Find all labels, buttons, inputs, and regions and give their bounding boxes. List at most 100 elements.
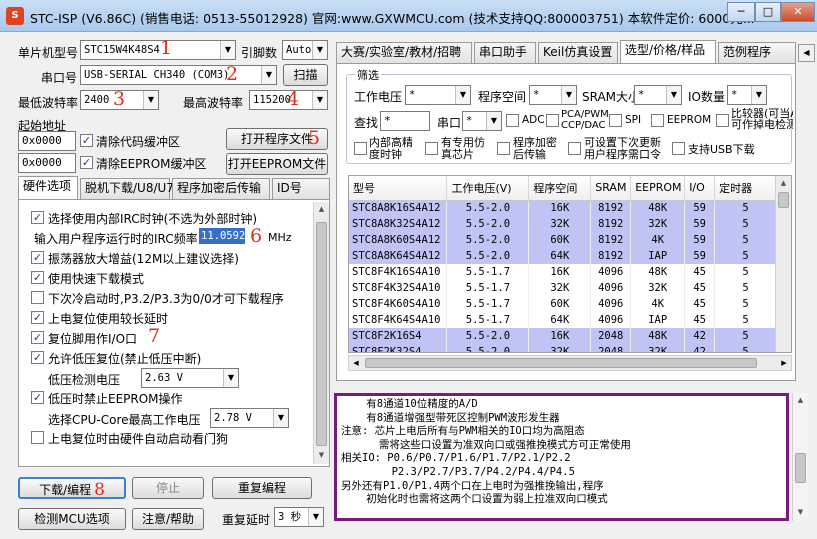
scroll-up-icon[interactable]: ▲ xyxy=(793,393,808,408)
cell-model: STC8A8K64S4A12 xyxy=(349,248,448,264)
irc-frequency-input[interactable]: 11.0592 xyxy=(199,228,245,244)
close-button[interactable]: ✕ xyxy=(781,2,815,22)
info-line: 有8通道增强型带死区控制PWM波形发生器 xyxy=(341,411,560,424)
long-reset-delay-checkbox[interactable]: ✓ xyxy=(31,311,44,324)
stop-button[interactable]: 停止 xyxy=(132,477,204,499)
tab-selection-price[interactable]: 选型/价格/样品 xyxy=(620,40,716,64)
mcu-table-container: 型号 工作电压(V) 程序空间 SRAM EEPROM I/O 定时器 STC8… xyxy=(348,175,792,353)
pca-pwm-checkbox[interactable] xyxy=(546,114,559,127)
tab-id[interactable]: ID号 xyxy=(272,178,330,199)
sram-filter-select[interactable]: * ▼ xyxy=(634,85,682,105)
hardware-tabs: 硬件选项 脱机下载/U8/U7 程序加密后传输 ID号 xyxy=(18,176,330,200)
repeat-program-button[interactable]: 重复编程 xyxy=(212,477,312,499)
find-input[interactable]: * xyxy=(380,111,430,131)
lv-detect-select[interactable]: 2.63 V ▼ xyxy=(141,368,239,388)
open-eeprom-file-button[interactable]: 打开EEPROM文件 xyxy=(226,153,328,175)
check-mcu-button[interactable]: 检测MCU选项 xyxy=(18,508,126,530)
voltage-filter-select[interactable]: * ▼ xyxy=(405,85,471,105)
update-password-checkbox[interactable] xyxy=(568,142,581,155)
table-hscrollbar[interactable]: ◀ ▶ xyxy=(348,355,792,371)
tab-encrypted-transfer[interactable]: 程序加密后传输 xyxy=(172,178,270,199)
cell-sram: 4096 xyxy=(590,264,632,280)
tab-serial-assistant[interactable]: 串口助手 xyxy=(474,42,536,63)
amp-gain-checkbox[interactable]: ✓ xyxy=(31,251,44,264)
cell-timer: 5 xyxy=(714,264,777,280)
scroll-right-icon[interactable]: ▶ xyxy=(777,356,791,370)
repeat-delay-select[interactable]: 3 秒 ▼ xyxy=(274,507,324,527)
spi-checkbox[interactable] xyxy=(609,114,622,127)
emulation-chip-checkbox[interactable] xyxy=(425,142,438,155)
tab-hardware-options[interactable]: 硬件选项 xyxy=(18,176,78,200)
col-eeprom[interactable]: EEPROM xyxy=(630,176,686,201)
eeprom-checkbox[interactable] xyxy=(651,114,664,127)
mcu-type-select[interactable]: STC15W4K48S4 ▼ xyxy=(80,40,236,60)
uart-filter-select[interactable]: * ▼ xyxy=(462,111,502,131)
lv-eeprom-checkbox[interactable]: ✓ xyxy=(31,391,44,404)
scroll-left-icon[interactable]: ◀ xyxy=(349,356,363,370)
col-space[interactable]: 程序空间 xyxy=(528,176,592,201)
tab-contest[interactable]: 大赛/实验室/教材/招聘 xyxy=(336,42,472,63)
find-label: 查找 xyxy=(354,116,379,130)
tab-keil-settings[interactable]: Keil仿真设置 xyxy=(538,42,618,63)
table-row[interactable]: STC8F4K32S4A10 5.5-1.7 32K 4096 32K 45 5 xyxy=(349,280,777,296)
minimize-button[interactable]: ─ xyxy=(727,2,755,22)
internal-clock-checkbox[interactable] xyxy=(354,142,367,155)
table-row[interactable]: STC8A8K64S4A12 5.5-2.0 64K 8192 IAP 59 5 xyxy=(349,248,777,264)
table-scrollbar[interactable]: ▲ xyxy=(775,176,791,352)
pin-count-select[interactable]: Auto ▼ xyxy=(282,40,328,60)
reset-pin-io-checkbox[interactable]: ✓ xyxy=(31,331,44,344)
col-sram[interactable]: SRAM xyxy=(590,176,632,201)
cell-sram: 4096 xyxy=(590,296,632,312)
io-filter-select[interactable]: * ▼ xyxy=(727,85,767,105)
help-button[interactable]: 注意/帮助 xyxy=(132,508,204,530)
maximize-button[interactable]: □ xyxy=(755,2,781,22)
table-row[interactable]: STC8A8K60S4A12 5.5-2.0 60K 8192 4K 59 5 xyxy=(349,232,777,248)
tab-scroll-left-icon[interactable]: ◀ xyxy=(798,44,815,62)
scroll-thumb[interactable] xyxy=(365,358,757,368)
table-row[interactable]: STC8A8K32S4A12 5.5-2.0 32K 8192 32K 59 5 xyxy=(349,216,777,232)
table-row[interactable]: STC8A8K16S4A12 5.5-2.0 16K 8192 48K 59 5 xyxy=(349,200,777,216)
scroll-up-icon[interactable]: ▲ xyxy=(314,202,329,217)
cpu-voltage-select[interactable]: 2.78 V ▼ xyxy=(210,408,289,428)
table-row[interactable]: STC8F4K64S4A10 5.5-1.7 64K 4096 IAP 45 5 xyxy=(349,312,777,328)
scroll-thumb[interactable] xyxy=(778,192,789,208)
clear-eeprom-checkbox[interactable]: ✓ xyxy=(80,156,93,169)
scroll-down-icon[interactable]: ▼ xyxy=(793,505,808,520)
info-scrollbar[interactable]: ▲ ▼ xyxy=(792,393,808,521)
cold-start-checkbox[interactable] xyxy=(31,291,44,304)
mcu-table: 型号 工作电压(V) 程序空间 SRAM EEPROM I/O 定时器 STC8… xyxy=(349,176,777,352)
col-timer[interactable]: 定时器 xyxy=(714,176,777,201)
low-voltage-reset-checkbox[interactable]: ✓ xyxy=(31,351,44,364)
space-filter-select[interactable]: * ▼ xyxy=(529,85,577,105)
cell-voltage: 5.5-2.0 xyxy=(446,200,530,216)
scroll-thumb[interactable] xyxy=(795,453,806,483)
encrypt-transfer-checkbox[interactable] xyxy=(497,142,510,155)
eeprom-address-input[interactable]: 0x0000 xyxy=(18,153,76,173)
scroll-thumb[interactable] xyxy=(316,222,327,446)
usb-download-checkbox[interactable] xyxy=(672,142,685,155)
table-row[interactable]: STC8F2K16S4 5.5-2.0 16K 2048 48K 42 5 xyxy=(349,328,777,344)
comparator-checkbox[interactable] xyxy=(716,114,729,127)
tab-offline-download[interactable]: 脱机下载/U8/U7 xyxy=(80,178,174,199)
cell-voltage: 5.5-2.0 xyxy=(446,248,530,264)
col-io[interactable]: I/O xyxy=(684,176,716,201)
col-voltage[interactable]: 工作电压(V) xyxy=(446,176,530,201)
scroll-down-icon[interactable]: ▼ xyxy=(314,448,329,463)
internal-irc-checkbox[interactable]: ✓ xyxy=(31,211,44,224)
serial-port-select[interactable]: USB-SERIAL CH340 (COM3) ▼ xyxy=(80,65,277,85)
watchdog-checkbox[interactable] xyxy=(31,431,44,444)
adc-checkbox[interactable] xyxy=(506,114,519,127)
table-row[interactable]: STC8F4K16S4A10 5.5-1.7 16K 4096 48K 45 5 xyxy=(349,264,777,280)
fast-download-checkbox[interactable]: ✓ xyxy=(31,271,44,284)
fast-download-label: 使用快速下载模式 xyxy=(48,272,145,286)
download-program-button[interactable]: 下载/编程 8 xyxy=(18,477,126,500)
clear-code-checkbox[interactable]: ✓ xyxy=(80,134,93,147)
scroll-up-icon[interactable]: ▲ xyxy=(776,176,791,191)
table-row[interactable]: STC8F4K60S4A10 5.5-1.7 60K 4096 4K 45 5 xyxy=(349,296,777,312)
tab-examples[interactable]: 范例程序 xyxy=(718,42,796,63)
table-row[interactable]: STC8F2K32S4 5.5-2.0 32K 2048 32K 42 5 xyxy=(349,344,777,352)
code-address-input[interactable]: 0x0000 xyxy=(18,131,76,151)
hw-options-scrollbar[interactable]: ▲ ▼ xyxy=(313,202,329,464)
col-model[interactable]: 型号 xyxy=(349,176,448,201)
scan-button[interactable]: 扫描 xyxy=(283,64,328,86)
